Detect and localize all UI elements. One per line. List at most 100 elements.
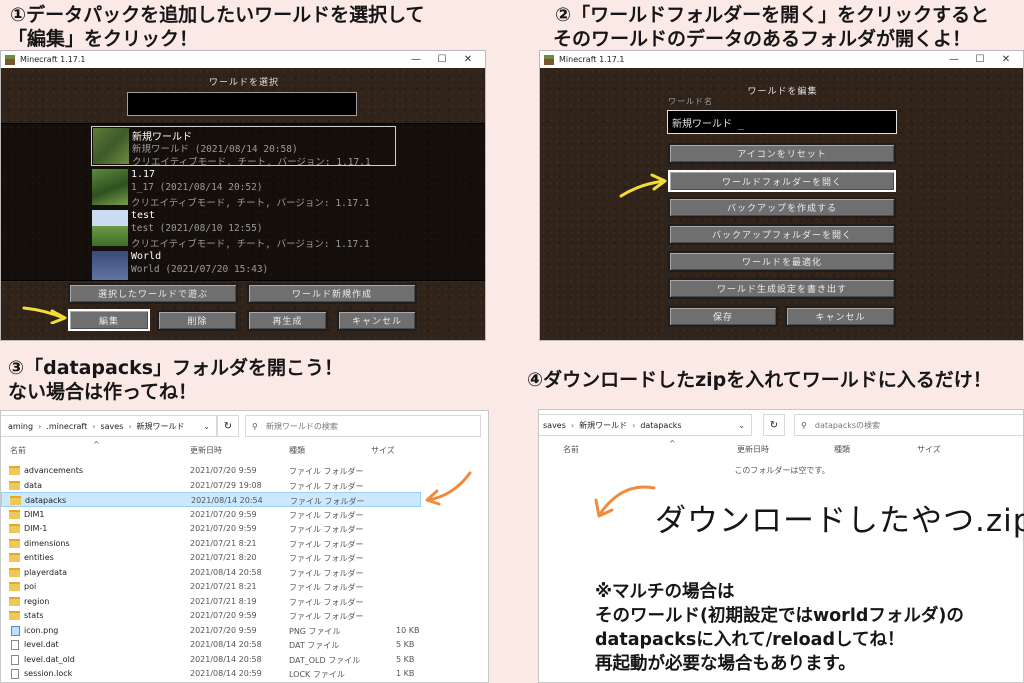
file-row[interactable]: advancements 2021/07/20 9:59 ファイル フォルダー	[1, 463, 421, 478]
arrow-to-edit-icon	[22, 306, 67, 324]
world-entry[interactable]: 1.17 1_17 (2021/08/14 20:52) クリエイティブモード,…	[91, 168, 396, 209]
column-headers: 名前 ^ 更新日時 種類 サイズ	[1, 440, 488, 458]
file-type: ファイル フォルダー	[289, 554, 364, 563]
arrow-to-empty-folder-icon	[594, 485, 656, 518]
file-icon	[11, 669, 19, 679]
file-row[interactable]: stats 2021/07/20 9:59 ファイル フォルダー	[1, 608, 421, 623]
file-row[interactable]: DIM1 2021/07/20 9:59 ファイル フォルダー	[1, 507, 421, 522]
world-search-input[interactable]	[127, 92, 357, 116]
column-header-type[interactable]: 種類	[289, 445, 305, 456]
folder-icon	[10, 496, 21, 505]
delete-button[interactable]: 削除	[157, 310, 238, 331]
close-button[interactable]: ✕	[455, 51, 481, 68]
file-date: 2021/08/14 20:59	[190, 669, 262, 678]
file-row[interactable]: data 2021/07/29 19:08 ファイル フォルダー	[1, 478, 421, 493]
file-row[interactable]: session.lock 2021/08/14 20:59 LOCK ファイル 1 K…	[1, 666, 421, 681]
world-name-input[interactable]: 新規ワールド _	[667, 110, 897, 134]
file-row[interactable]: datapacks 2021/08/14 20:54 ファイル フォルダー	[1, 492, 421, 507]
step4-heading: ④ダウンロードしたzipを入れてワールドに入るだけ！	[527, 369, 992, 391]
step2-heading-line1: ②「ワールドフォルダーを開く」をクリックすると	[555, 4, 990, 26]
maximize-button[interactable]: ☐	[429, 51, 455, 68]
file-type: DAT_OLD ファイル	[289, 655, 361, 665]
refresh-button[interactable]: ↻	[763, 414, 785, 436]
maximize-button[interactable]: ☐	[967, 51, 993, 68]
file-date: 2021/07/20 9:59	[190, 524, 257, 533]
file-name: playerdata	[24, 567, 68, 577]
breadcrumb-item[interactable]: datapacks	[640, 421, 681, 430]
open-backups-folder-button[interactable]: バックアップフォルダーを開く	[668, 224, 896, 245]
column-header-name[interactable]: 名前	[563, 444, 579, 455]
make-backup-button[interactable]: バックアップを作成する	[668, 197, 896, 218]
file-name: dimensions	[24, 538, 70, 548]
minimize-button[interactable]: —	[941, 51, 967, 68]
file-row[interactable]: playerdata 2021/08/14 20:58 ファイル フォルダー	[1, 565, 421, 580]
world-entry[interactable]: World World (2021/07/20 15:43)	[91, 250, 396, 280]
column-header-size[interactable]: サイズ	[917, 444, 941, 455]
world-thumbnail	[92, 210, 128, 246]
file-name: region	[24, 596, 50, 606]
folder-icon	[9, 538, 20, 548]
file-date: 2021/08/14 20:58	[190, 567, 262, 577]
world-name: 1.17	[131, 169, 156, 180]
world-detail: World (2021/07/20 15:43)	[131, 264, 269, 275]
world-entry[interactable]: test test (2021/08/10 12:55) クリエイティブモード,…	[91, 209, 396, 250]
folder-icon	[9, 582, 20, 591]
search-placeholder: 新規ワールドの検索	[265, 421, 338, 431]
column-header-size[interactable]: サイズ	[371, 445, 395, 456]
search-box[interactable]: ⚲ 新規ワールドの検索	[245, 415, 481, 437]
recreate-button[interactable]: 再生成	[247, 310, 328, 331]
world-entry[interactable]: 新規ワールド 新規ワールド (2021/08/14 20:58) クリエイティブ…	[91, 126, 396, 168]
play-selected-world-button[interactable]: 選択したワールドで遊ぶ	[68, 283, 238, 304]
search-icon: ⚲	[252, 421, 258, 431]
create-new-world-button[interactable]: ワールド新規作成	[247, 283, 417, 304]
breadcrumb-item[interactable]: 新規ワールド	[137, 421, 185, 432]
handwritten-zip-label: ダウンロードしたやつ.zip	[655, 503, 1024, 539]
breadcrumb-item[interactable]: aming	[8, 422, 33, 431]
close-button[interactable]: ✕	[993, 51, 1019, 68]
file-row[interactable]: region 2021/07/21 8:19 ファイル フォルダー	[1, 594, 421, 609]
file-type: LOCK ファイル	[289, 670, 345, 679]
open-world-folder-button[interactable]: ワールドフォルダーを開く	[668, 170, 896, 192]
address-bar[interactable]: saves › 新規ワールド › datapacks ⌄	[539, 414, 752, 436]
file-name: advancements	[24, 466, 84, 475]
file-row[interactable]: DIM-1 2021/07/20 9:59 ファイル フォルダー	[1, 521, 421, 536]
file-name: data	[24, 480, 43, 490]
reset-icon-button[interactable]: アイコンをリセット	[668, 143, 896, 164]
breadcrumb-item[interactable]: saves	[543, 421, 566, 430]
optimize-world-button[interactable]: ワールドを最適化	[668, 251, 896, 272]
file-row[interactable]: level.dat_old 2021/08/14 20:58 DAT_OLD ファイ…	[1, 652, 421, 667]
breadcrumb-item[interactable]: .minecraft	[46, 422, 87, 431]
chevron-down-icon[interactable]: ⌄	[203, 422, 210, 431]
column-header-date[interactable]: 更新日時	[190, 445, 222, 456]
breadcrumb-item[interactable]: 新規ワールド	[579, 420, 627, 431]
file-row[interactable]: poi 2021/07/21 8:21 ファイル フォルダー	[1, 579, 421, 594]
minimize-button[interactable]: —	[403, 51, 429, 68]
column-header-date[interactable]: 更新日時	[737, 444, 769, 455]
chevron-down-icon[interactable]: ⌄	[738, 421, 745, 430]
file-type: ファイル フォルダー	[289, 583, 364, 592]
cancel-button[interactable]: キャンセル	[337, 310, 417, 331]
edit-button[interactable]: 編集	[68, 309, 150, 331]
breadcrumb-item[interactable]: saves	[100, 422, 123, 431]
file-row[interactable]: icon.png 2021/07/20 9:59 PNG ファイル 10 KB	[1, 623, 421, 638]
world-detail: 新規ワールド (2021/08/14 20:58)	[132, 144, 298, 155]
file-row[interactable]: dimensions 2021/07/21 8:21 ファイル フォルダー	[1, 536, 421, 551]
dirt-background: ワールドを編集 ワールド名 新規ワールド _ アイコンをリセット ワールドフォル…	[540, 68, 1023, 340]
file-type: ファイル フォルダー	[289, 612, 364, 621]
cancel-button[interactable]: キャンセル	[785, 306, 896, 327]
file-row[interactable]: level.dat 2021/08/14 20:58 DAT ファイル 5 KB	[1, 637, 421, 652]
search-box[interactable]: ⚲ datapacksの検索	[794, 414, 1023, 436]
address-bar[interactable]: aming › .minecraft › saves › 新規ワールド ⌄	[1, 415, 217, 437]
search-placeholder: datapacksの検索	[814, 420, 881, 430]
file-name: stats	[24, 611, 44, 620]
note-line: そのワールド(初期設定ではworldフォルダ)の	[595, 606, 964, 626]
column-header-name[interactable]: 名前	[10, 445, 26, 456]
column-header-type[interactable]: 種類	[834, 444, 850, 455]
refresh-button[interactable]: ↻	[217, 415, 239, 437]
file-icon	[11, 654, 19, 665]
file-row[interactable]: entities 2021/07/21 8:20 ファイル フォルダー	[1, 550, 421, 565]
export-settings-button[interactable]: ワールド生成設定を書き出す	[668, 278, 896, 299]
save-button[interactable]: 保存	[668, 306, 778, 327]
file-type: ファイル フォルダー	[289, 539, 364, 549]
file-date: 2021/07/21 8:19	[190, 596, 257, 606]
